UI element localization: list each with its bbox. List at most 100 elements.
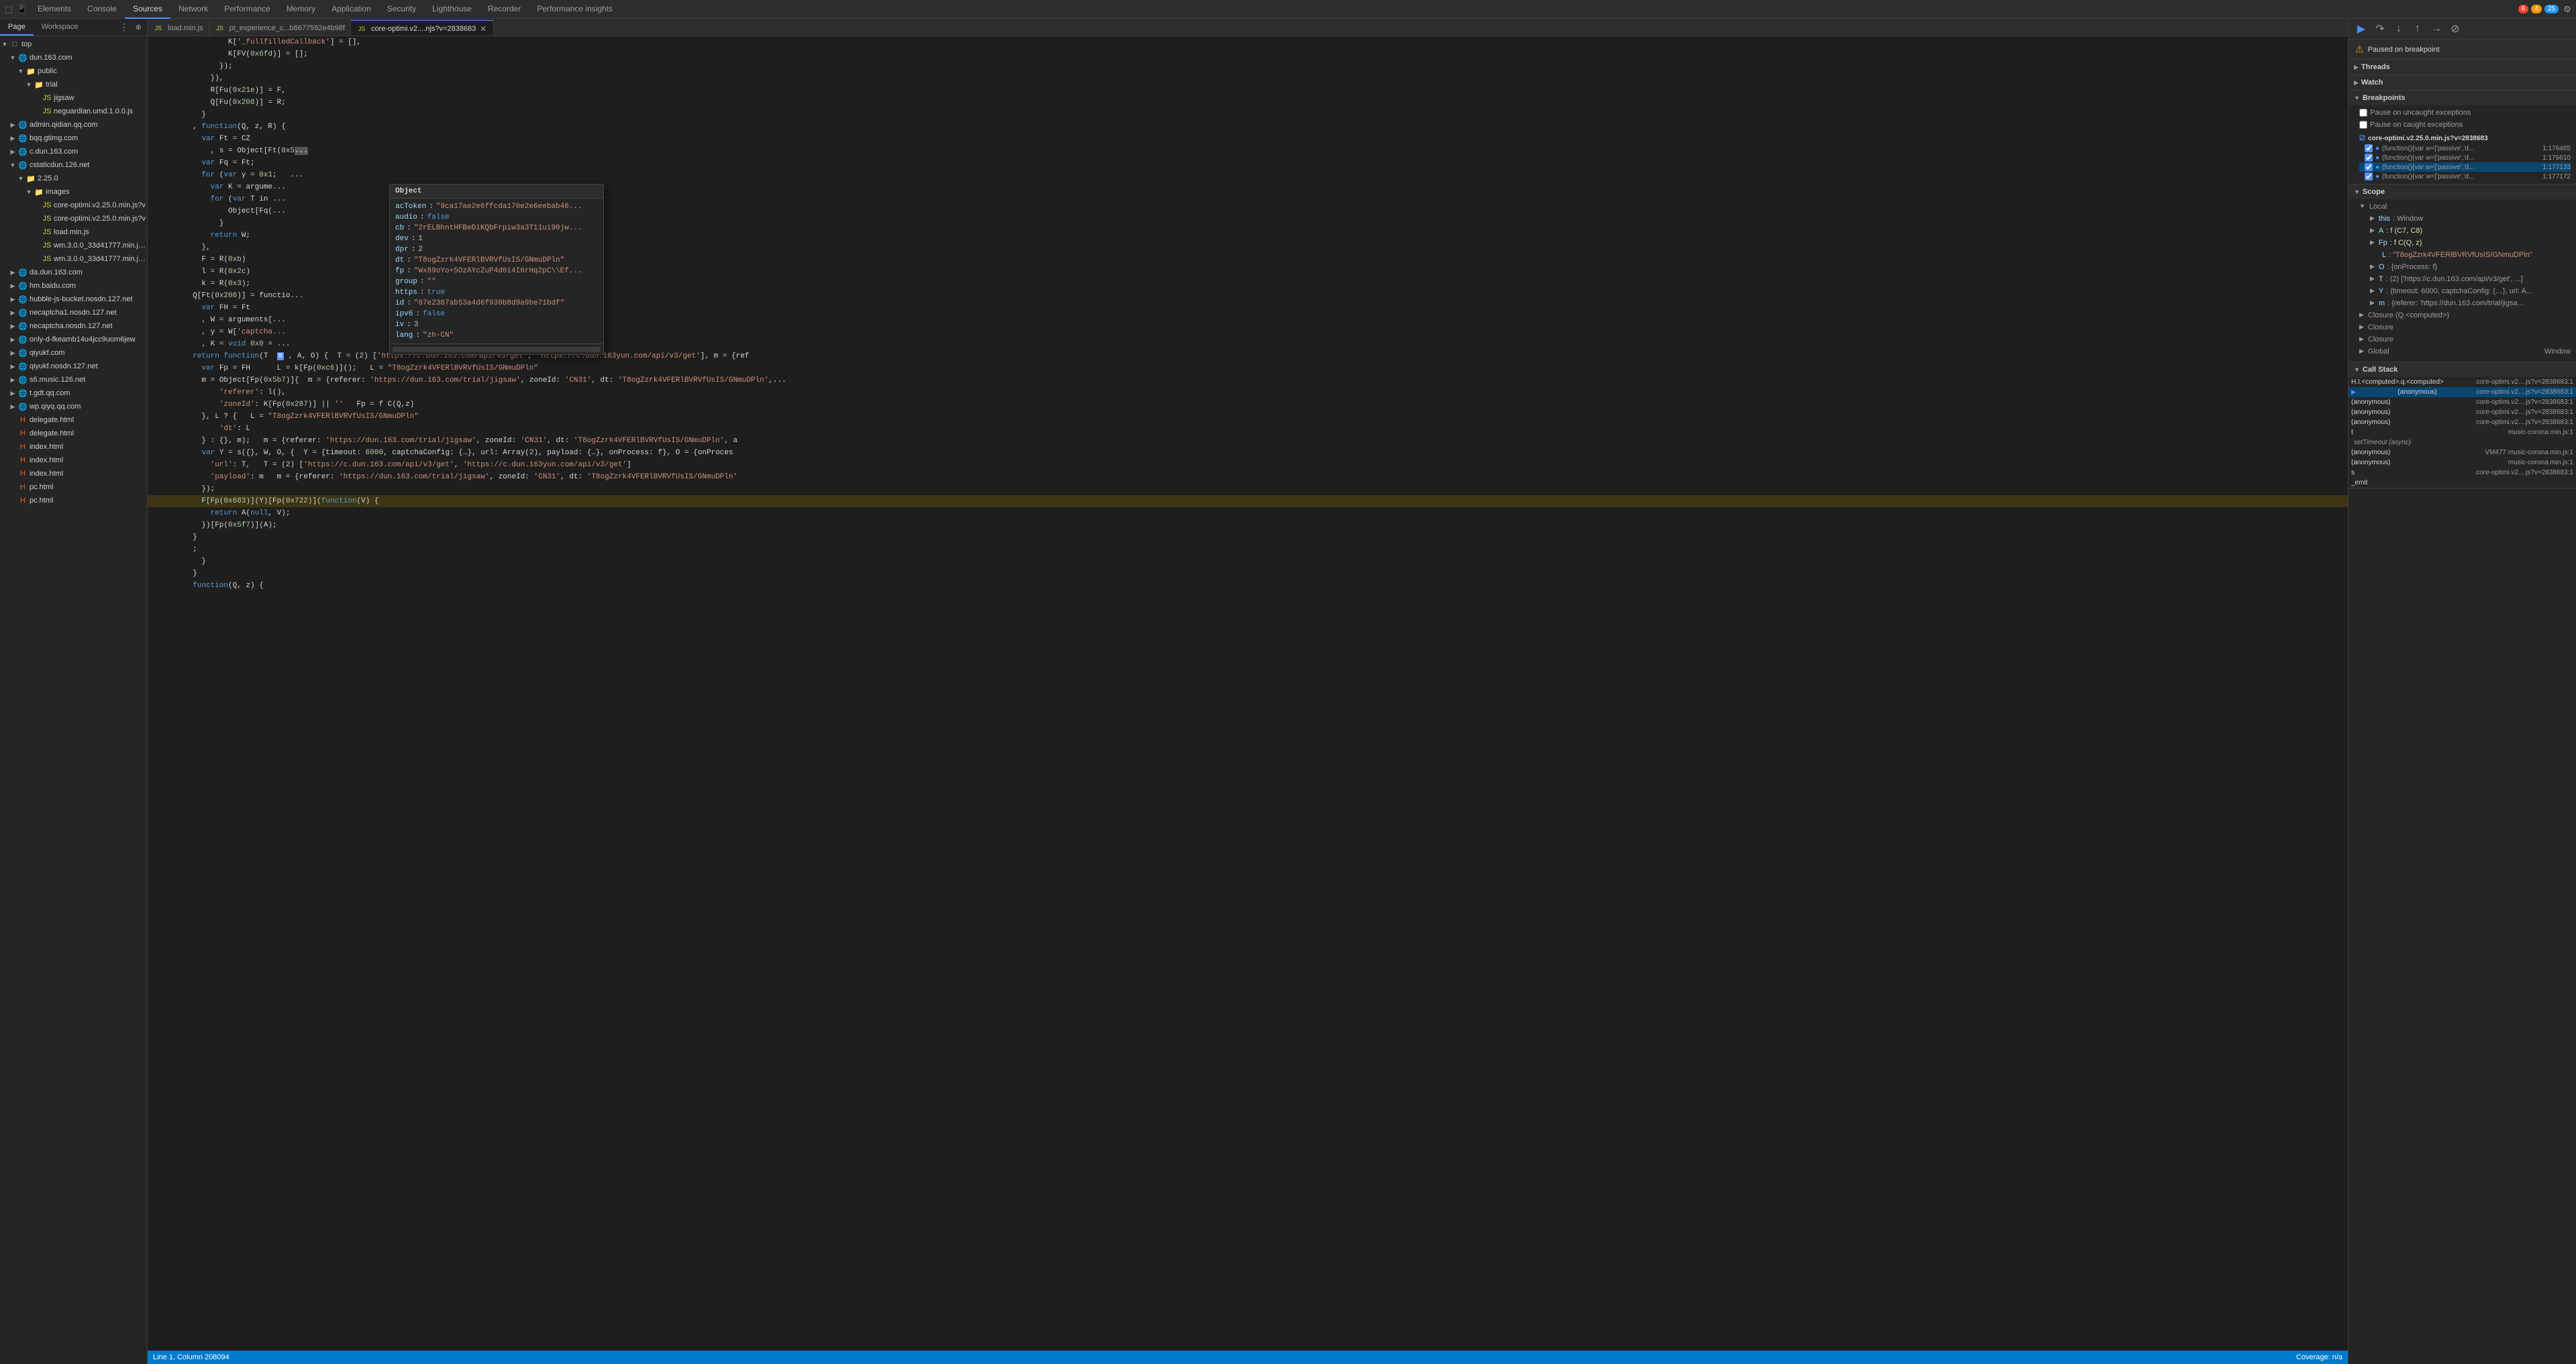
scope-a[interactable]: ▶ A : f (C7, C8): [2359, 226, 2571, 238]
cs-item-anon-vm[interactable]: (anonymous) VM477 music-corona.min.js:1: [2349, 448, 2576, 458]
step-into-button[interactable]: ↓: [2391, 21, 2406, 36]
device-icon[interactable]: 📱: [16, 3, 28, 15]
scope-o[interactable]: ▶ O : {onProcess: f}: [2359, 262, 2571, 274]
scope-global[interactable]: ▶ Global Window: [2359, 347, 2571, 359]
tree-item-qiyukf[interactable]: ▶ 🌐 qiyukf.com: [0, 346, 147, 360]
cs-item-emit[interactable]: _emit: [2349, 478, 2576, 488]
scope-t[interactable]: ▶ T : (2) ['https://c.dun.163.com/api/v3…: [2359, 274, 2571, 286]
tab-performance[interactable]: Performance: [216, 0, 278, 19]
scope-y[interactable]: ▶ Y : {timeout: 6000, captchaConfig: {…}…: [2359, 286, 2571, 299]
section-callstack-header[interactable]: ▼ Call Stack: [2349, 362, 2576, 377]
tree-item-pc1[interactable]: H pc.html: [0, 480, 147, 494]
deactivate-breakpoints-button[interactable]: ⊘: [2448, 21, 2463, 36]
bp-item-4[interactable]: ● (function(){var w=['passive','d... 1:1…: [2359, 172, 2571, 181]
closure3-expand-icon[interactable]: ▶: [2359, 335, 2364, 343]
tree-item-necaptcha1[interactable]: ▶ 🌐 necaptcha1.nosdn.127.net: [0, 306, 147, 319]
pause-caught-checkbox[interactable]: [2359, 121, 2367, 129]
scope-this[interactable]: ▶ this : Window: [2359, 214, 2571, 226]
pause-uncaught-item[interactable]: Pause on uncaught exceptions: [2359, 108, 2571, 120]
bp-check-4[interactable]: [2365, 172, 2373, 180]
tree-item-images[interactable]: ▼ 📁 images: [0, 185, 147, 199]
new-snippet-button[interactable]: ⊕: [133, 21, 144, 33]
tooltip-scroll-bar[interactable]: [390, 344, 603, 354]
o-expand-icon[interactable]: ▶: [2370, 263, 2375, 270]
tab-console[interactable]: Console: [79, 0, 125, 19]
tree-item-hm[interactable]: ▶ 🌐 hm.baidu.com: [0, 279, 147, 293]
tree-item-index1[interactable]: H index.html: [0, 440, 147, 454]
cs-item-s[interactable]: s core-optimi.v2....js?v=2838683:1: [2349, 468, 2576, 478]
bp-check-1[interactable]: [2365, 144, 2373, 152]
tree-item-pc2[interactable]: H pc.html: [0, 494, 147, 507]
step-out-button[interactable]: ↑: [2410, 21, 2425, 36]
inspect-icon[interactable]: ⬚: [3, 3, 15, 15]
tree-item-core2[interactable]: JS core-optimi.v2.25.0.min.js?v: [0, 212, 147, 225]
tab-network[interactable]: Network: [170, 0, 216, 19]
bp-item-3[interactable]: ● (function(){var w=['passive','d... 1:1…: [2359, 162, 2571, 172]
section-breakpoints-header[interactable]: ▼ Breakpoints: [2349, 91, 2576, 105]
tree-item-cstatic[interactable]: ▼ 🌐 cstaticdun.126.net: [0, 158, 147, 172]
cs-item-0[interactable]: H.I.<computed>.q.<computed> core-optimi.…: [2349, 377, 2576, 387]
more-options-button[interactable]: ⋮: [117, 20, 132, 34]
tree-item-core1[interactable]: JS core-optimi.v2.25.0.min.js?v: [0, 199, 147, 212]
tooltip-h-scrollbar[interactable]: [393, 347, 601, 352]
tree-item-trial[interactable]: ▼ 📁 trial: [0, 78, 147, 91]
cs-item-2[interactable]: (anonymous) core-optimi.v2....js?v=28386…: [2349, 397, 2576, 407]
closure-q-expand-icon[interactable]: ▶: [2359, 311, 2364, 319]
scope-fp[interactable]: ▶ Fp : f C(Q, z): [2359, 238, 2571, 250]
tree-item-wm1[interactable]: JS wm.3.0.0_33d41777.min.js?v=2: [0, 239, 147, 252]
tree-item-index2[interactable]: H index.html: [0, 454, 147, 467]
tree-item-dadun[interactable]: ▶ 🌐 da.dun.163.com: [0, 266, 147, 279]
tree-item-load[interactable]: JS load.min.js: [0, 225, 147, 239]
local-expand-icon[interactable]: ▼: [2359, 203, 2365, 209]
tab-memory[interactable]: Memory: [278, 0, 323, 19]
closure2-expand-icon[interactable]: ▶: [2359, 323, 2364, 331]
tree-item-jigsaw[interactable]: JS jigsaw: [0, 91, 147, 105]
section-threads-header[interactable]: ▶ Threads: [2349, 60, 2576, 74]
scope-closure-q[interactable]: ▶ Closure (Q.<computed>): [2359, 311, 2571, 323]
scope-l[interactable]: L : "T8ogZzrk4VFERlBVRVfUsIS/GNmuDPln": [2359, 250, 2571, 262]
y-expand-icon[interactable]: ▶: [2370, 287, 2375, 295]
pause-caught-item[interactable]: Pause on caught exceptions: [2359, 120, 2571, 132]
file-tab-load[interactable]: JS load.min.js: [148, 20, 209, 36]
scope-closure3[interactable]: ▶ Closure: [2359, 335, 2571, 347]
tooltip-body[interactable]: acToken : "9ca17ae2e6ffcda170e2e6eebab46…: [390, 199, 603, 344]
cs-item-3[interactable]: (anonymous) core-optimi.v2....js?v=28386…: [2349, 407, 2576, 417]
tree-item-only[interactable]: ▶ 🌐 only-d-fkeamb14u4jcc9uom6jew: [0, 333, 147, 346]
tab-sources[interactable]: Sources: [125, 0, 170, 19]
tree-item-qiyukf-nosdn[interactable]: ▶ 🌐 qiyukf.nosdn.127.net: [0, 360, 147, 373]
bp-item-1[interactable]: ● (function(){var w=['passive','d... 1:1…: [2359, 144, 2571, 153]
file-tab-close-core[interactable]: ✕: [478, 24, 488, 34]
bp-check-2[interactable]: [2365, 154, 2373, 162]
this-expand-icon[interactable]: ▶: [2370, 215, 2375, 222]
tree-item-delegate2[interactable]: H delegate.html: [0, 427, 147, 440]
tree-item-top[interactable]: ▼ □ top: [0, 38, 147, 51]
scope-closure2[interactable]: ▶ Closure: [2359, 323, 2571, 335]
m-expand-icon[interactable]: ▶: [2370, 299, 2375, 307]
tree-item-necaptcha[interactable]: ▶ 🌐 necaptcha.nosdn.127.net: [0, 319, 147, 333]
fp-expand-icon[interactable]: ▶: [2370, 239, 2375, 246]
a-expand-icon[interactable]: ▶: [2370, 227, 2375, 234]
tab-recorder[interactable]: Recorder: [480, 0, 529, 19]
tree-item-index3[interactable]: H index.html: [0, 467, 147, 480]
scope-m[interactable]: ▶ m : {referer: 'https://dun.163.com/tri…: [2359, 299, 2571, 311]
tree-item-wm2[interactable]: JS wm.3.0.0_33d41777.min.js?v=2: [0, 252, 147, 266]
file-tab-pt[interactable]: JS pt_experience_c...b8677592e4b98f: [209, 20, 351, 36]
tree-item-tgdt[interactable]: ▶ 🌐 t.gdt.qq.com: [0, 386, 147, 400]
tab-perf-insights[interactable]: Performance insights: [529, 0, 621, 19]
tree-item-cdun[interactable]: ▶ 🌐 c.dun.163.com: [0, 145, 147, 158]
section-watch-header[interactable]: ▶ Watch: [2349, 75, 2576, 90]
tree-item-bqq[interactable]: ▶ 🌐 bqq.gtimg.com: [0, 132, 147, 145]
tree-item-hubble[interactable]: ▶ 🌐 hubble-js-bucket.nosdn.127.net: [0, 293, 147, 306]
settings-icon[interactable]: ⚙: [2561, 3, 2573, 15]
pause-uncaught-checkbox[interactable]: [2359, 109, 2367, 117]
cs-item-anon-music[interactable]: (anonymous) music-corona.min.js:1: [2349, 458, 2576, 468]
tree-item-s6[interactable]: ▶ 🌐 s6.music.126.net: [0, 373, 147, 386]
bp-check-3[interactable]: [2365, 163, 2373, 171]
step-over-button[interactable]: ↷: [2373, 21, 2387, 36]
tree-item-delegate1[interactable]: H delegate.html: [0, 413, 147, 427]
tree-item-public[interactable]: ▼ 📁 public: [0, 64, 147, 78]
tab-application[interactable]: Application: [323, 0, 379, 19]
cs-item-1[interactable]: ▶ (anonymous) core-optimi.v2....js?v=283…: [2349, 387, 2576, 397]
global-expand-icon[interactable]: ▶: [2359, 348, 2364, 355]
tree-item-225[interactable]: ▼ 📁 2.25.0: [0, 172, 147, 185]
